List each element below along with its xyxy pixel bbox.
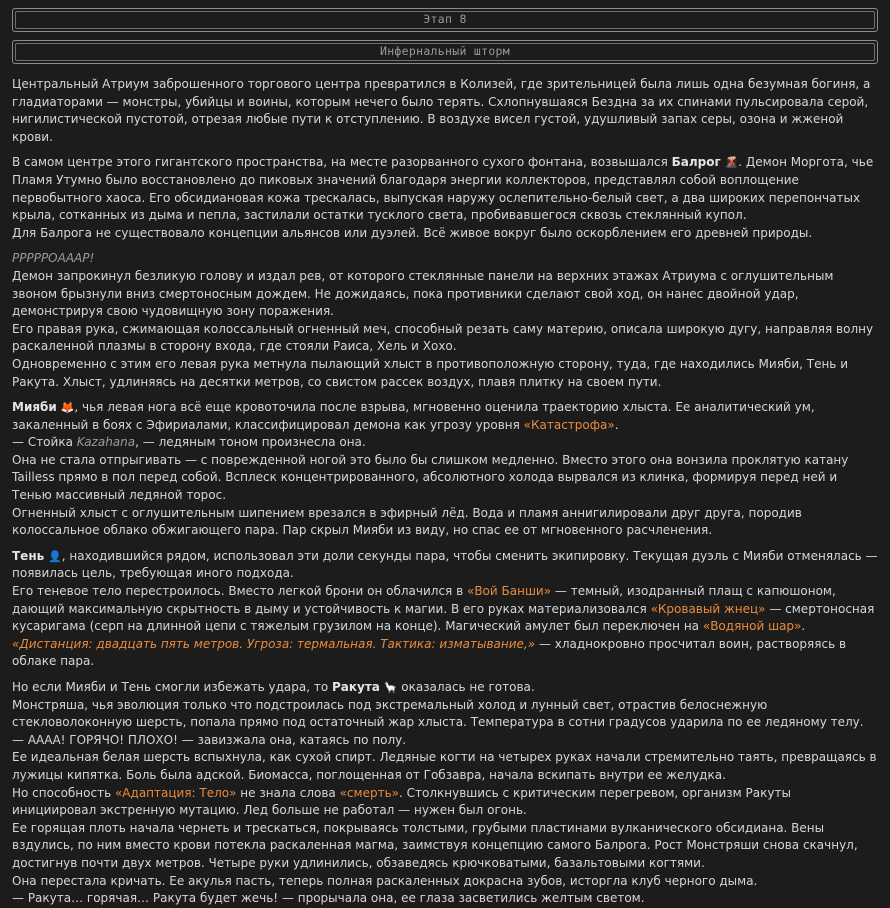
story-line: — Ракута… горячая… Ракута будет жечь! — …: [12, 890, 878, 908]
story-line: Мияби 🦊, чья левая нога всё еще кровоточ…: [12, 399, 878, 434]
story-text: Центральный Атриум заброшенного торговог…: [12, 76, 878, 908]
story-line: РРРРРОАААР!: [12, 250, 878, 268]
text-segment: Центральный Атриум заброшенного торговог…: [12, 77, 871, 144]
text-segment: Ее идеальная белая шерсть вспыхнула, как…: [12, 750, 877, 782]
character-emoji-icon: 🦙: [383, 681, 398, 694]
highlight-term: «Адаптация: Тело»: [114, 785, 237, 800]
text-segment: — Стойка: [12, 435, 77, 450]
story-line: Ее горящая плоть начала чернеть и треска…: [12, 820, 878, 873]
chapter-title: Инфернальный шторм: [379, 44, 511, 59]
text-segment: Его правая рука, сжимающая колоссальный …: [12, 321, 874, 354]
text-segment: Ее горящая плоть начала чернеть и треска…: [12, 820, 858, 870]
story-paragraph: Центральный Атриум заброшенного торговог…: [12, 76, 878, 146]
text-segment: .: [801, 619, 806, 634]
story-line: Огненный хлыст с оглушительным шипением …: [12, 505, 878, 540]
character-emoji-icon: 👤: [48, 549, 62, 563]
story-line: Ее идеальная белая шерсть вспыхнула, как…: [12, 749, 878, 784]
text-segment: Для Балрога не существовало концепции ал…: [12, 225, 813, 240]
story-line: Демон запрокинул безликую голову и издал…: [12, 268, 878, 321]
highlight-term: «Вой Банши»: [466, 584, 552, 599]
story-line: В самом центре этого гигантского простра…: [12, 154, 878, 224]
story-line: — Стойка Kazahana, — ледяным тоном произ…: [12, 434, 878, 452]
story-line: Тень 👤, находившийся рядом, использовал …: [12, 548, 878, 583]
story-line: Его правая рука, сжимающая колоссальный …: [12, 321, 878, 356]
text-segment: Демон запрокинул безликую голову и издал…: [12, 268, 834, 319]
stage-banner: Этап 8: [12, 8, 878, 32]
character-name: Мияби: [12, 400, 57, 415]
highlight-term: «Дистанция: двадцать пять метров. Угроза…: [12, 636, 536, 651]
text-segment: , чья левая нога всё еще кровоточила пос…: [12, 400, 815, 432]
story-paragraph: Но если Мияби и Тень смогли избежать уда…: [12, 679, 878, 908]
story-paragraph: Мияби 🦊, чья левая нога всё еще кровоточ…: [12, 399, 878, 540]
text-segment: Его теневое тело перестроилось. Вместо л…: [12, 584, 467, 599]
text-segment: Но если Мияби и Тень смогли избежать уда…: [12, 680, 332, 694]
story-line: Она не стала отпрыгивать — с поврежденно…: [12, 452, 878, 505]
text-segment: Она перестала кричать. Ее акулья пасть, …: [12, 873, 758, 888]
story-line: Монстряша, чья эволюция только что подст…: [12, 697, 878, 732]
text-segment: Она не стала отпрыгивать — с поврежденно…: [12, 452, 849, 503]
story-paragraph: В самом центре этого гигантского простра…: [12, 154, 878, 242]
character-name: Балрог: [671, 155, 721, 170]
text-segment: оказалась не готова.: [397, 680, 535, 694]
story-line: Его теневое тело перестроилось. Вместо л…: [12, 583, 878, 636]
story-paragraph: Тень 👤, находившийся рядом, использовал …: [12, 548, 878, 671]
italic-text: РРРРРОАААР!: [12, 251, 95, 266]
character-emoji-icon: 🌋: [724, 156, 739, 170]
story-line: Одновременно с этим его левая рука метну…: [12, 356, 878, 391]
story-paragraph: РРРРРОАААР! Демон запрокинул безликую гол…: [12, 250, 878, 391]
page: Этап 8 Инфернальный шторм Центральный Ат…: [0, 0, 890, 908]
story-line: «Дистанция: двадцать пять метров. Угроза…: [12, 636, 878, 671]
character-name: Ракута: [331, 680, 380, 694]
text-segment: В самом центре этого гигантского простра…: [12, 155, 672, 170]
highlight-term: «Кровавый жнец»: [650, 601, 766, 616]
story-line: — АААА! ГОРЯЧО! ПЛОХО! — завизжала она, …: [12, 732, 878, 750]
character-name: Тень: [12, 548, 45, 563]
text-segment: , находившийся рядом, использовал эти до…: [12, 548, 878, 581]
text-segment: не знала слова: [236, 785, 340, 800]
stage-label: Этап 8: [423, 12, 467, 27]
character-emoji-icon: 🦊: [60, 401, 75, 415]
text-segment: Монстряша, чья эволюция только что подст…: [12, 697, 864, 730]
text-segment: Огненный хлыст с оглушительным шипением …: [12, 505, 802, 538]
story-line: Но способность «Адаптация: Тело» не знал…: [12, 785, 878, 820]
story-line: Для Балрога не существовало концепции ал…: [12, 225, 878, 243]
text-segment: — Ракута… горячая… Ракута будет жечь! — …: [12, 891, 645, 906]
text-segment: Но способность: [12, 785, 115, 800]
chapter-title-banner: Инфернальный шторм: [12, 40, 878, 64]
story-line: Но если Мияби и Тень смогли избежать уда…: [12, 679, 878, 697]
text-segment: .: [614, 417, 619, 432]
text-segment: — АААА! ГОРЯЧО! ПЛОХО! — завизжала она, …: [12, 732, 407, 747]
story-line: Центральный Атриум заброшенного торговог…: [12, 76, 878, 146]
highlight-term: «смерть»: [339, 785, 399, 800]
italic-text: Kazahana: [76, 435, 136, 450]
text-segment: , — ледяным тоном произнесла она.: [135, 435, 366, 450]
highlight-term: «Водяной шар»: [702, 619, 802, 634]
highlight-term: «Катастрофа»: [523, 417, 615, 432]
text-segment: Одновременно с этим его левая рука метну…: [12, 356, 848, 389]
story-line: Она перестала кричать. Ее акулья пасть, …: [12, 873, 878, 891]
